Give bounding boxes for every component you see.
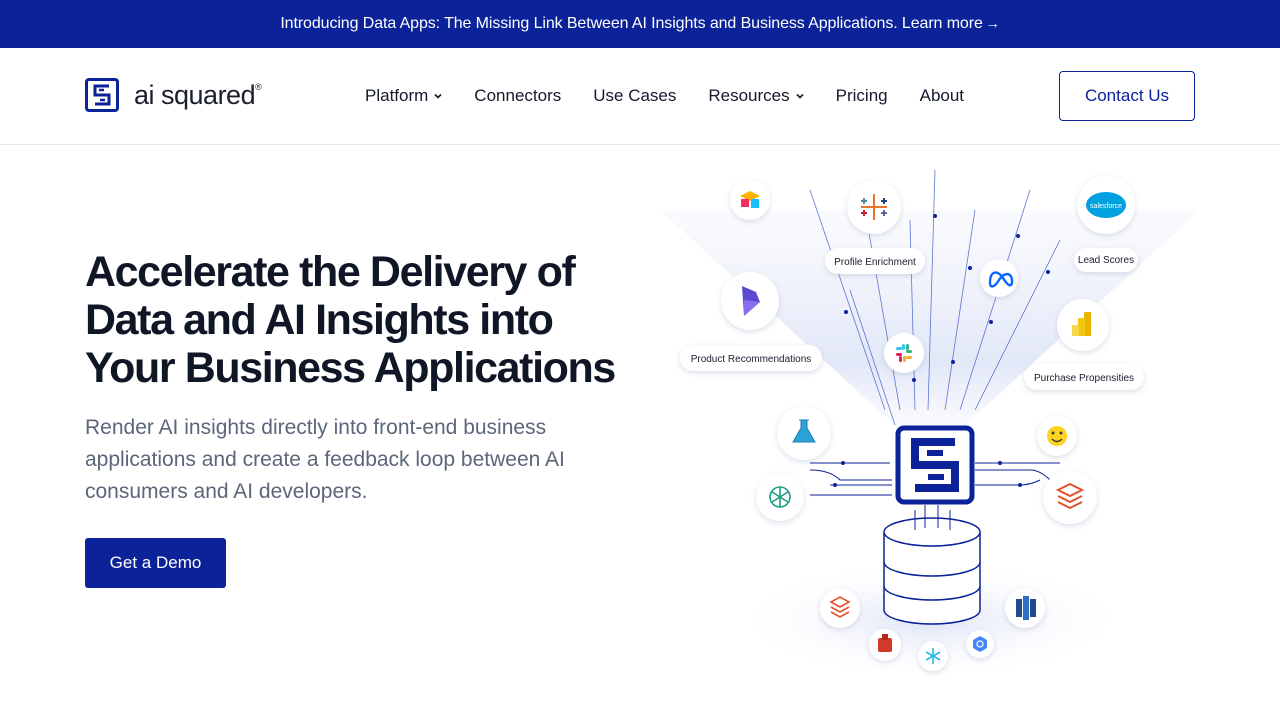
nav-connectors-label: Connectors xyxy=(474,86,562,105)
nav-platform[interactable]: Platform xyxy=(365,86,442,106)
get-demo-button[interactable]: Get a Demo xyxy=(85,538,226,588)
purchase-propensities-label: Purchase Propensities xyxy=(1034,373,1134,384)
nav-use-cases-label: Use Cases xyxy=(593,86,677,105)
site-header: ai squared® Platform Connectors Use Case… xyxy=(0,48,1280,145)
arrow-right-icon: → xyxy=(985,15,1000,31)
contact-us-button[interactable]: Contact Us xyxy=(1059,71,1195,121)
chevron-down-icon xyxy=(796,93,804,99)
nav-resources-label: Resources xyxy=(708,86,790,105)
salesforce-text: salesforce xyxy=(1090,203,1122,210)
nav-connectors[interactable]: Connectors xyxy=(474,86,561,106)
nav-use-cases[interactable]: Use Cases xyxy=(593,86,676,106)
registered-mark: ® xyxy=(255,81,262,92)
huggingface-icon xyxy=(1047,426,1067,446)
chevron-down-icon xyxy=(434,93,442,99)
salesforce-icon: salesforce xyxy=(1086,192,1126,218)
integration-illustration: Profile Enrichment Lead Scores Product R… xyxy=(660,169,1200,680)
hero-title: Accelerate the Delivery of Data and AI I… xyxy=(85,248,616,392)
announcement-link[interactable]: Introducing Data Apps: The Missing Link … xyxy=(280,15,999,33)
profile-enrichment-label: Profile Enrichment xyxy=(834,257,916,268)
hero-subtitle: Render AI insights directly into front-e… xyxy=(85,416,565,503)
redshift-icon xyxy=(1016,596,1036,620)
nav-pricing[interactable]: Pricing xyxy=(836,86,888,106)
nav-resources[interactable]: Resources xyxy=(708,86,804,106)
nav-platform-label: Platform xyxy=(365,86,429,105)
ai-squared-logo-icon xyxy=(85,78,119,112)
database-icon xyxy=(883,505,981,625)
main-menu: Platform Connectors Use Cases Resources … xyxy=(365,86,996,106)
nav-about[interactable]: About xyxy=(920,86,964,106)
product-recommendations-label: Product Recommendations xyxy=(691,354,812,365)
announcement-text: Introducing Data Apps: The Missing Link … xyxy=(280,15,983,32)
announcement-bar[interactable]: Introducing Data Apps: The Missing Link … xyxy=(0,0,1280,48)
lead-scores-label: Lead Scores xyxy=(1078,255,1134,266)
nav-about-label: About xyxy=(919,86,965,105)
brand-name: ai squared® xyxy=(134,79,262,110)
brand-logo[interactable]: ai squared® xyxy=(85,78,262,112)
ai-squared-hub-icon xyxy=(895,425,975,505)
nav-pricing-label: Pricing xyxy=(835,86,888,105)
